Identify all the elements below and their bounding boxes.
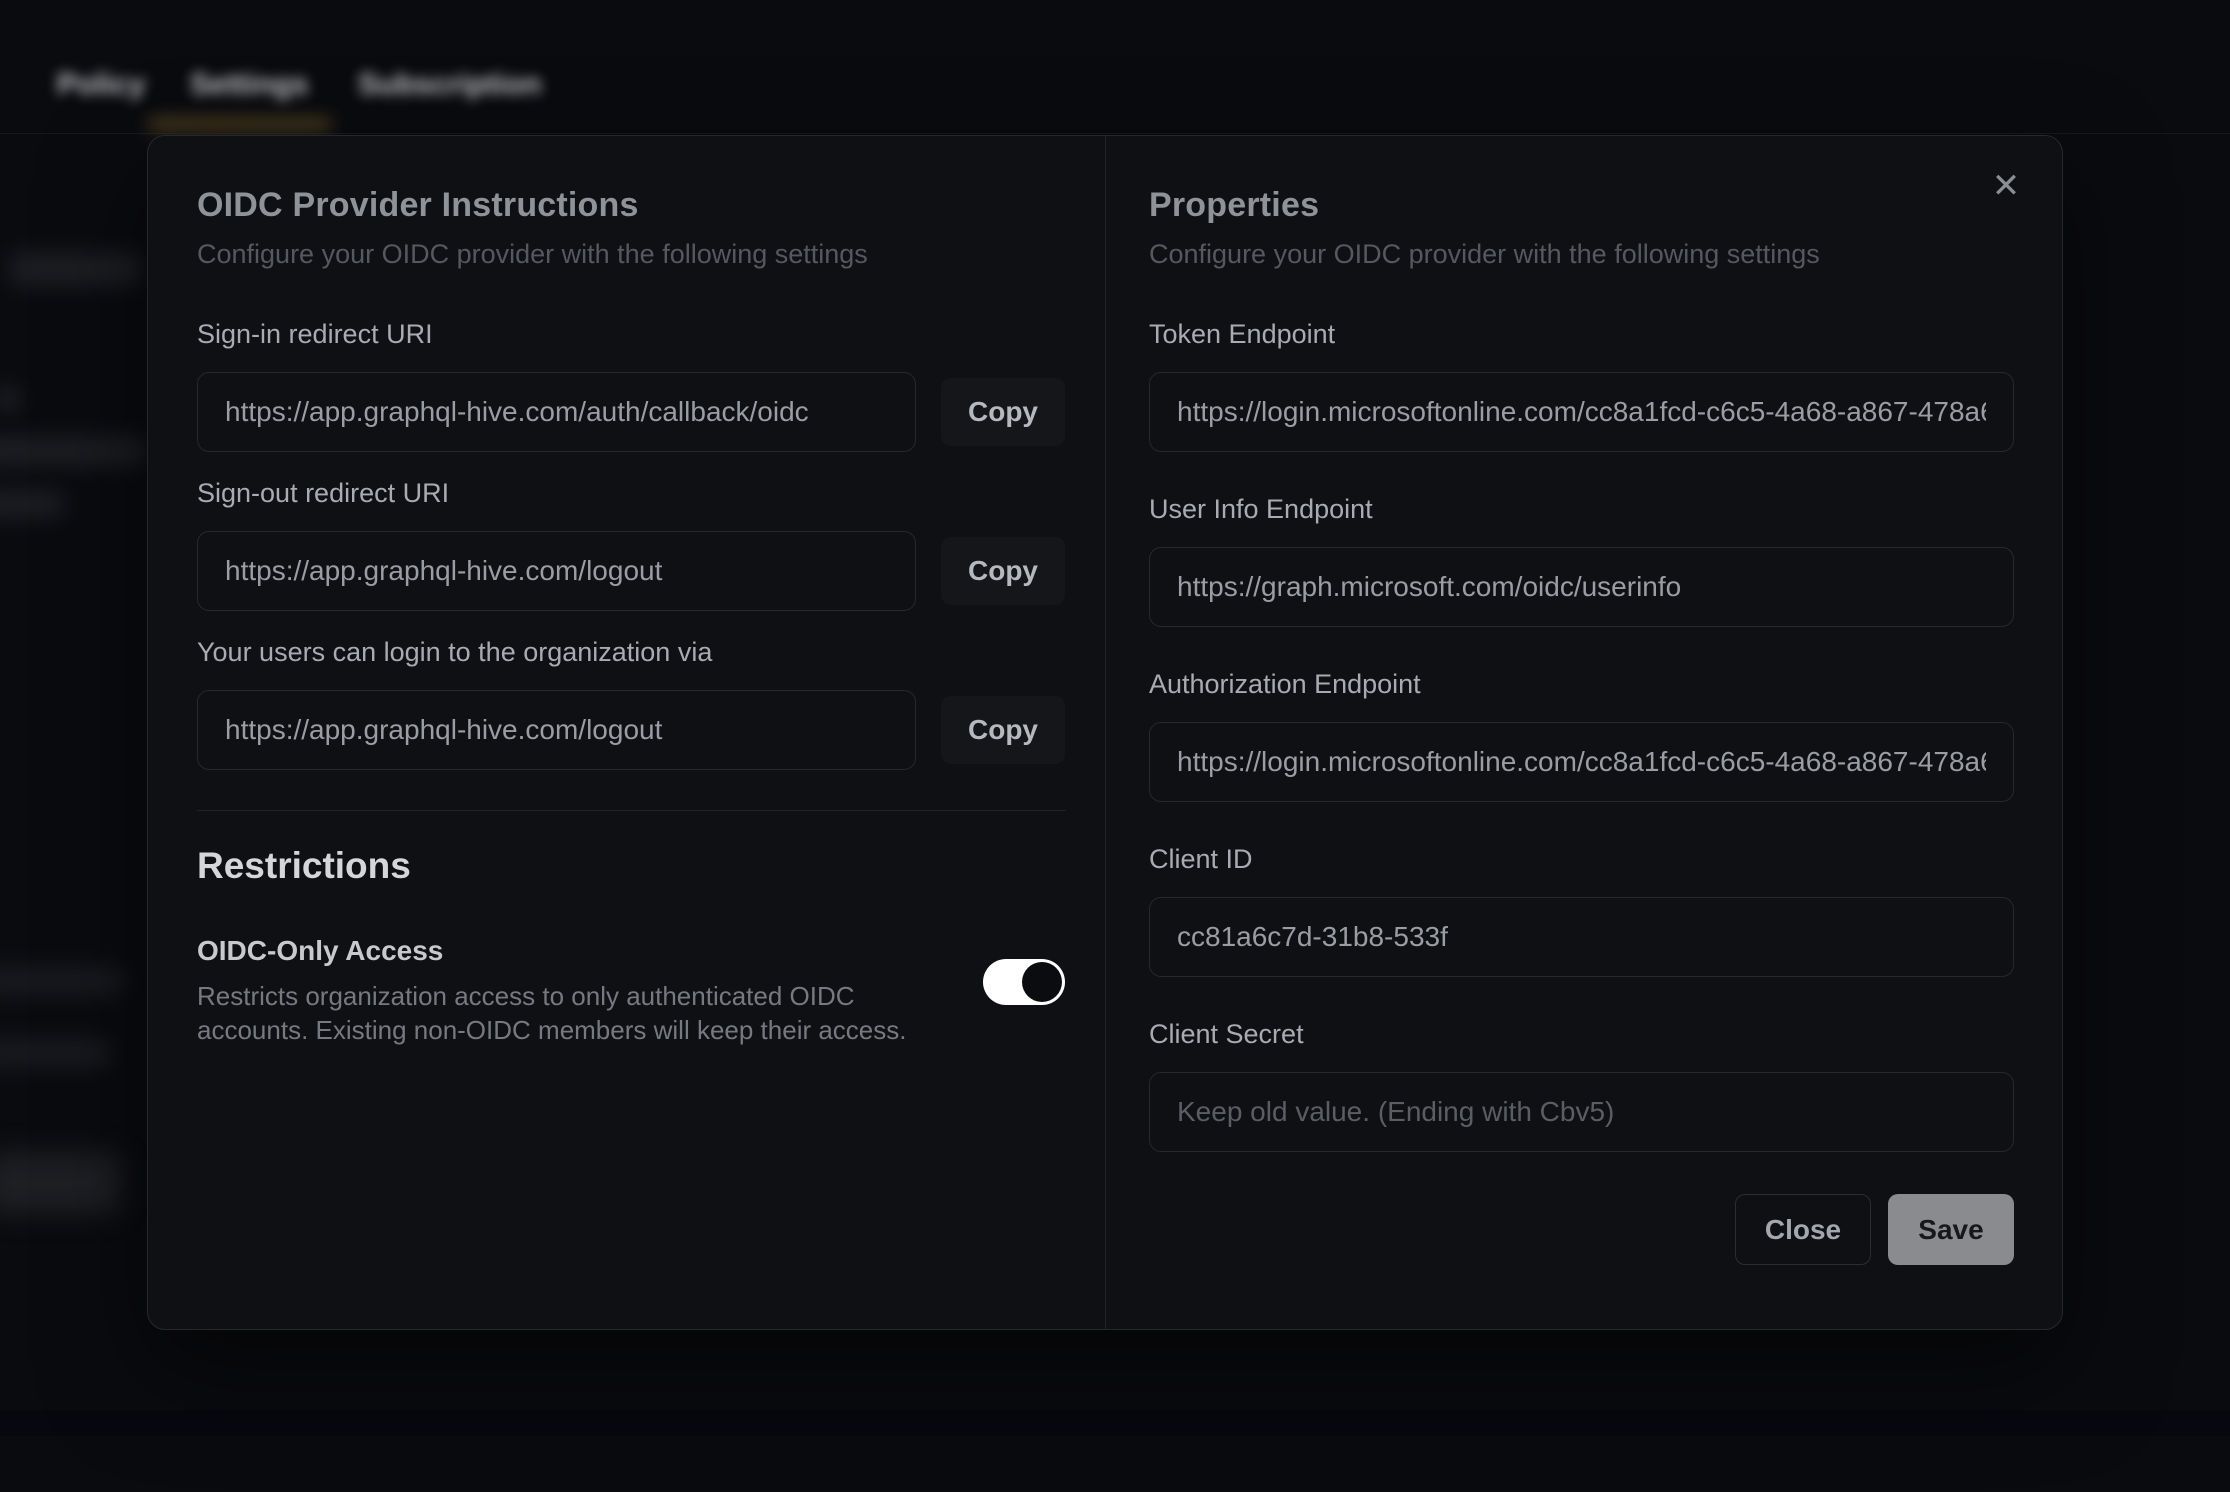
- blurred-background-text: [0, 966, 124, 996]
- tab-subscription[interactable]: Subscription: [358, 68, 541, 102]
- sign-out-redirect-uri-input[interactable]: [197, 531, 916, 611]
- save-button[interactable]: Save: [1888, 1194, 2014, 1265]
- token-endpoint-row: [1149, 372, 2014, 452]
- restrictions-heading: Restrictions: [197, 845, 1065, 887]
- user-info-endpoint-input[interactable]: [1149, 547, 2014, 627]
- copy-login-uri-button[interactable]: Copy: [941, 696, 1065, 764]
- blurred-background-text: [0, 1038, 110, 1068]
- oidc-only-access-text: OIDC-Only Access Restricts organization …: [197, 935, 957, 1047]
- user-info-endpoint-row: [1149, 547, 2014, 627]
- oidc-only-access-title: OIDC-Only Access: [197, 935, 957, 967]
- authorization-endpoint-row: [1149, 722, 2014, 802]
- oidc-only-access-row: OIDC-Only Access Restricts organization …: [197, 935, 1065, 1047]
- close-icon[interactable]: ✕: [1982, 162, 2030, 210]
- active-tab-underline: [148, 120, 332, 129]
- organization-login-uri-row: Copy: [197, 690, 1065, 770]
- close-button[interactable]: Close: [1735, 1194, 1871, 1265]
- background-tabbar: Policy Settings Subscription: [0, 0, 2230, 134]
- blurred-background-button: [0, 1152, 122, 1214]
- client-id-label: Client ID: [1149, 845, 2014, 873]
- organization-login-uri-label: Your users can login to the organization…: [197, 638, 1065, 666]
- client-secret-input[interactable]: [1149, 1072, 2014, 1152]
- section-divider: [197, 810, 1066, 811]
- sign-in-redirect-uri-row: Copy: [197, 372, 1065, 452]
- properties-column: Properties Configure your OIDC provider …: [1106, 136, 2062, 1329]
- properties-title: Properties: [1149, 186, 2014, 225]
- dialog-footer: Close Save: [1149, 1194, 2014, 1265]
- organization-login-uri-input[interactable]: [197, 690, 916, 770]
- client-id-row: [1149, 897, 2014, 977]
- instructions-subtitle: Configure your OIDC provider with the fo…: [197, 239, 1065, 270]
- token-endpoint-label: Token Endpoint: [1149, 320, 2014, 348]
- copy-sign-in-uri-button[interactable]: Copy: [941, 378, 1065, 446]
- sign-out-redirect-uri-row: Copy: [197, 531, 1065, 611]
- oidc-instructions-column: OIDC Provider Instructions Configure you…: [148, 136, 1106, 1329]
- token-endpoint-input[interactable]: [1149, 372, 2014, 452]
- client-secret-row: [1149, 1072, 2014, 1152]
- instructions-title: OIDC Provider Instructions: [197, 186, 1065, 225]
- client-id-input[interactable]: [1149, 897, 2014, 977]
- authorization-endpoint-input[interactable]: [1149, 722, 2014, 802]
- tab-policy[interactable]: Policy: [57, 68, 145, 102]
- blurred-background-bullet: [0, 386, 20, 412]
- toggle-knob: [1022, 962, 1062, 1002]
- tab-settings[interactable]: Settings: [190, 68, 308, 102]
- client-secret-label: Client Secret: [1149, 1020, 2014, 1048]
- background-bottom-band: [0, 1410, 2230, 1436]
- oidc-only-access-description: Restricts organization access to only au…: [197, 979, 957, 1047]
- user-info-endpoint-label: User Info Endpoint: [1149, 495, 2014, 523]
- sign-out-redirect-uri-label: Sign-out redirect URI: [197, 479, 1065, 507]
- oidc-settings-dialog: ✕ OIDC Provider Instructions Configure y…: [147, 135, 2063, 1330]
- sign-in-redirect-uri-label: Sign-in redirect URI: [197, 320, 1065, 348]
- copy-sign-out-uri-button[interactable]: Copy: [941, 537, 1065, 605]
- blurred-background-text: [0, 490, 64, 518]
- sign-in-redirect-uri-input[interactable]: [197, 372, 916, 452]
- blurred-background-text: [10, 252, 142, 286]
- blurred-background-text: [0, 436, 148, 466]
- authorization-endpoint-label: Authorization Endpoint: [1149, 670, 2014, 698]
- oidc-only-access-toggle[interactable]: [983, 959, 1065, 1005]
- properties-subtitle: Configure your OIDC provider with the fo…: [1149, 239, 2014, 270]
